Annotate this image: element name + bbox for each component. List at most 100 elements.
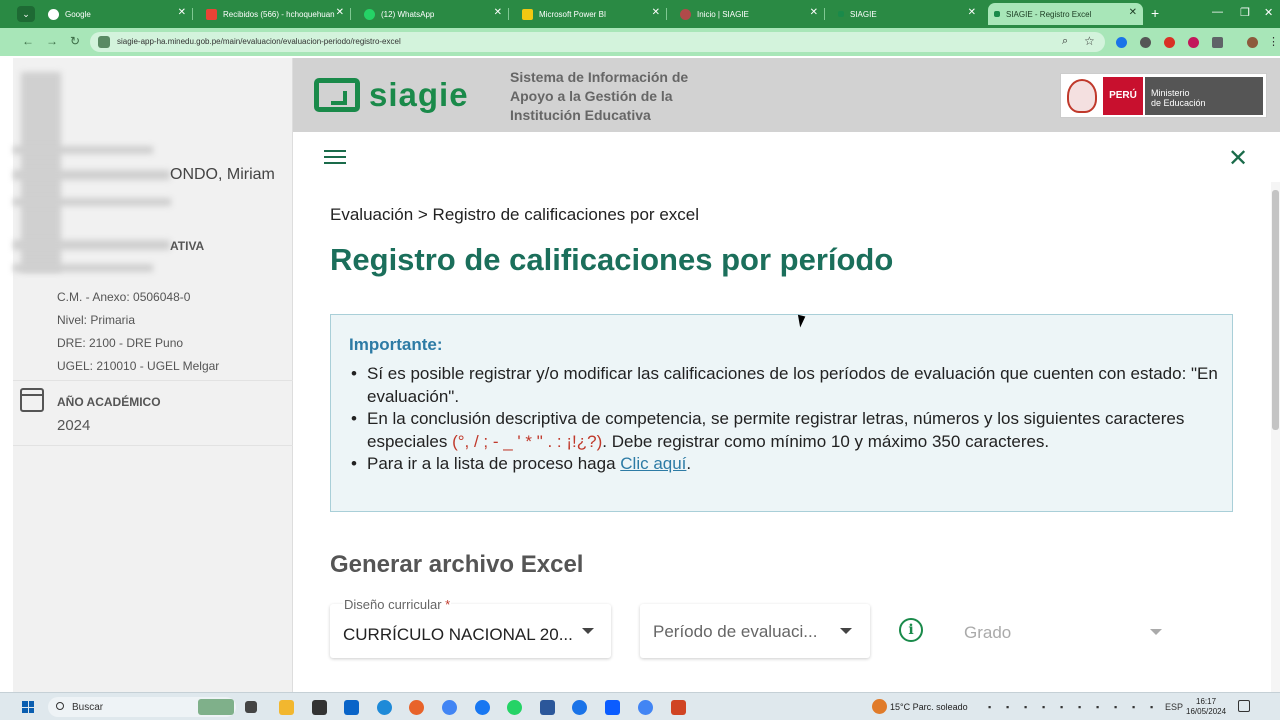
list-item: En la conclusión descriptiva de competen…: [349, 408, 1219, 453]
tab-search-button[interactable]: ⌄: [17, 6, 35, 22]
main-content: Evaluación > Registro de calificaciones …: [293, 182, 1280, 692]
info-icon[interactable]: i: [899, 618, 923, 642]
ministerio-line1: Ministerio: [1151, 88, 1190, 98]
tab-google[interactable]: Google ✕: [42, 3, 193, 25]
tab-gmail[interactable]: Recibidos (566) - hchoquehuan ✕: [200, 3, 351, 25]
tray-icon[interactable]: ▪: [988, 702, 991, 712]
tab-whatsapp[interactable]: (12) WhatsApp ✕: [358, 3, 509, 25]
menu-hamburger-icon[interactable]: [324, 150, 346, 166]
whatsapp-icon: [364, 8, 375, 20]
zoom-icon[interactable]: ⌕: [1062, 35, 1068, 48]
close-tab-icon[interactable]: ✕: [968, 7, 976, 18]
battery-icon[interactable]: ▪: [1150, 702, 1153, 712]
task-view-icon[interactable]: [245, 701, 257, 713]
maximize-icon[interactable]: ❐: [1240, 6, 1250, 19]
user-sidebar: ONDO, Miriam ATIVA C.M. - Anexo: 0506048…: [13, 58, 293, 692]
minimize-icon[interactable]: —: [1212, 6, 1223, 18]
window-close-icon[interactable]: ✕: [1264, 6, 1273, 19]
academic-year-value: 2024: [57, 417, 91, 434]
chrome-icon[interactable]: [638, 700, 653, 715]
firefox-icon[interactable]: [409, 700, 424, 715]
clic-aqui-link[interactable]: Clic aquí: [620, 454, 686, 473]
reload-icon[interactable]: ↻: [70, 34, 80, 48]
label-text: Diseño curricular: [344, 597, 442, 612]
wifi-icon[interactable]: ▪: [1114, 702, 1117, 712]
language-indicator[interactable]: ESP: [1165, 702, 1183, 712]
tab-inicio-siagie[interactable]: Inicio | SIAGIE ✕: [674, 3, 825, 25]
bookmark-star-icon[interactable]: ☆: [1084, 34, 1095, 48]
close-tab-icon[interactable]: ✕: [178, 7, 186, 18]
app-icon[interactable]: [540, 700, 555, 715]
app-icon[interactable]: [572, 700, 587, 715]
site-header: siagie Sistema de Información de Apoyo a…: [293, 58, 1280, 132]
important-notice: Importante: Sí es posible registrar y/o …: [330, 314, 1233, 512]
chevron-down-icon: [840, 628, 852, 634]
tab-powerbi[interactable]: Microsoft Power BI ✕: [516, 3, 667, 25]
powerpoint-icon[interactable]: [671, 700, 686, 715]
extension-icon[interactable]: [1164, 37, 1175, 48]
back-icon[interactable]: ←: [22, 34, 34, 48]
date: 16/05/2024: [1186, 707, 1227, 716]
tray-icon[interactable]: ▪: [1006, 702, 1009, 712]
extension-icon[interactable]: [1140, 37, 1151, 48]
tray-icon[interactable]: ▪: [1078, 702, 1081, 712]
close-tab-icon[interactable]: ✕: [652, 7, 660, 18]
siagie-favicon: [680, 8, 691, 20]
taskbar-search[interactable]: Buscar: [48, 697, 236, 717]
close-icon[interactable]: ✕: [1228, 144, 1248, 173]
windows-start-icon[interactable]: [22, 701, 34, 713]
facebook-icon[interactable]: [475, 700, 490, 715]
grado-select[interactable]: Grado: [953, 604, 1183, 658]
tray-icon[interactable]: ▪: [1042, 702, 1045, 712]
tab-label: Microsoft Power BI: [539, 9, 607, 19]
weather-text: 15°C Parc. soleado: [890, 702, 968, 712]
extensions-puzzle-icon[interactable]: [1212, 37, 1223, 48]
close-tab-icon[interactable]: ✕: [1129, 7, 1137, 18]
list-item-text: Para ir a la lista de proceso haga: [367, 454, 621, 473]
close-tab-icon[interactable]: ✕: [494, 7, 502, 18]
file-explorer-icon[interactable]: [279, 700, 294, 715]
chrome-icon[interactable]: [442, 700, 457, 715]
edge-icon[interactable]: [377, 700, 392, 715]
close-tab-icon[interactable]: ✕: [810, 7, 818, 18]
tab-registro-excel[interactable]: SIAGIE - Registro Excel ✕: [988, 3, 1143, 25]
content-toolbar: ✕: [293, 132, 1280, 182]
ugel: UGEL: 210010 - UGEL Melgar: [57, 359, 220, 373]
whatsapp-icon[interactable]: [507, 700, 522, 715]
scrollbar-thumb[interactable]: [1272, 190, 1279, 430]
new-tab-button[interactable]: +: [1151, 5, 1159, 21]
tab-siagie[interactable]: SIAGIE ✕: [832, 3, 982, 25]
field-placeholder: Grado: [964, 623, 1012, 642]
weather-icon[interactable]: [872, 699, 887, 714]
google-icon: [48, 8, 59, 20]
profile-avatar[interactable]: [1247, 37, 1258, 48]
diseno-curricular-select[interactable]: Diseño curricular * CURRÍCULO NACIONAL 2…: [330, 597, 611, 658]
site-info-icon[interactable]: [98, 36, 110, 48]
clock[interactable]: 16:17 16/05/2024: [1186, 697, 1226, 717]
tab-label: SIAGIE - Registro Excel: [1006, 9, 1092, 19]
extension-icon[interactable]: [1116, 37, 1127, 48]
close-tab-icon[interactable]: ✕: [336, 7, 344, 18]
field-label: Diseño curricular *: [343, 597, 452, 612]
zoom-app-icon[interactable]: [605, 700, 620, 715]
academic-year-label: AÑO ACADÉMICO: [57, 395, 161, 409]
app-icon[interactable]: [312, 700, 327, 715]
windows-taskbar: Buscar 15°C Parc. soleado ▪ ▪ ▪ ▪ ▪ ▪ ▪ …: [0, 692, 1280, 720]
tray-icon[interactable]: ▪: [1024, 702, 1027, 712]
tray-icon[interactable]: ▪: [1096, 702, 1099, 712]
extension-icon[interactable]: [1188, 37, 1199, 48]
peru-coat-of-arms-icon: [1067, 79, 1097, 113]
chevron-down-icon: [1150, 629, 1162, 635]
browser-menu-icon[interactable]: ⋮: [1268, 35, 1279, 48]
mail-icon[interactable]: [344, 700, 359, 715]
periodo-evaluacion-select[interactable]: Período de evaluaci...: [640, 604, 870, 658]
notification-icon[interactable]: [1238, 700, 1250, 712]
url-field[interactable]: siagie-app-ha.minedu.gob.pe/main/evaluac…: [90, 32, 1105, 52]
tray-icon[interactable]: ▪: [1060, 702, 1063, 712]
cm-anexo: C.M. - Anexo: 0506048-0: [57, 290, 191, 304]
special-chars: (°, / ; - _ ' * " . : ¡!¿?): [452, 431, 603, 451]
section-title: Generar archivo Excel: [330, 551, 584, 578]
field-placeholder: Período de evaluaci...: [653, 622, 818, 641]
speaker-icon[interactable]: ▪: [1132, 702, 1135, 712]
forward-icon[interactable]: →: [46, 34, 58, 48]
